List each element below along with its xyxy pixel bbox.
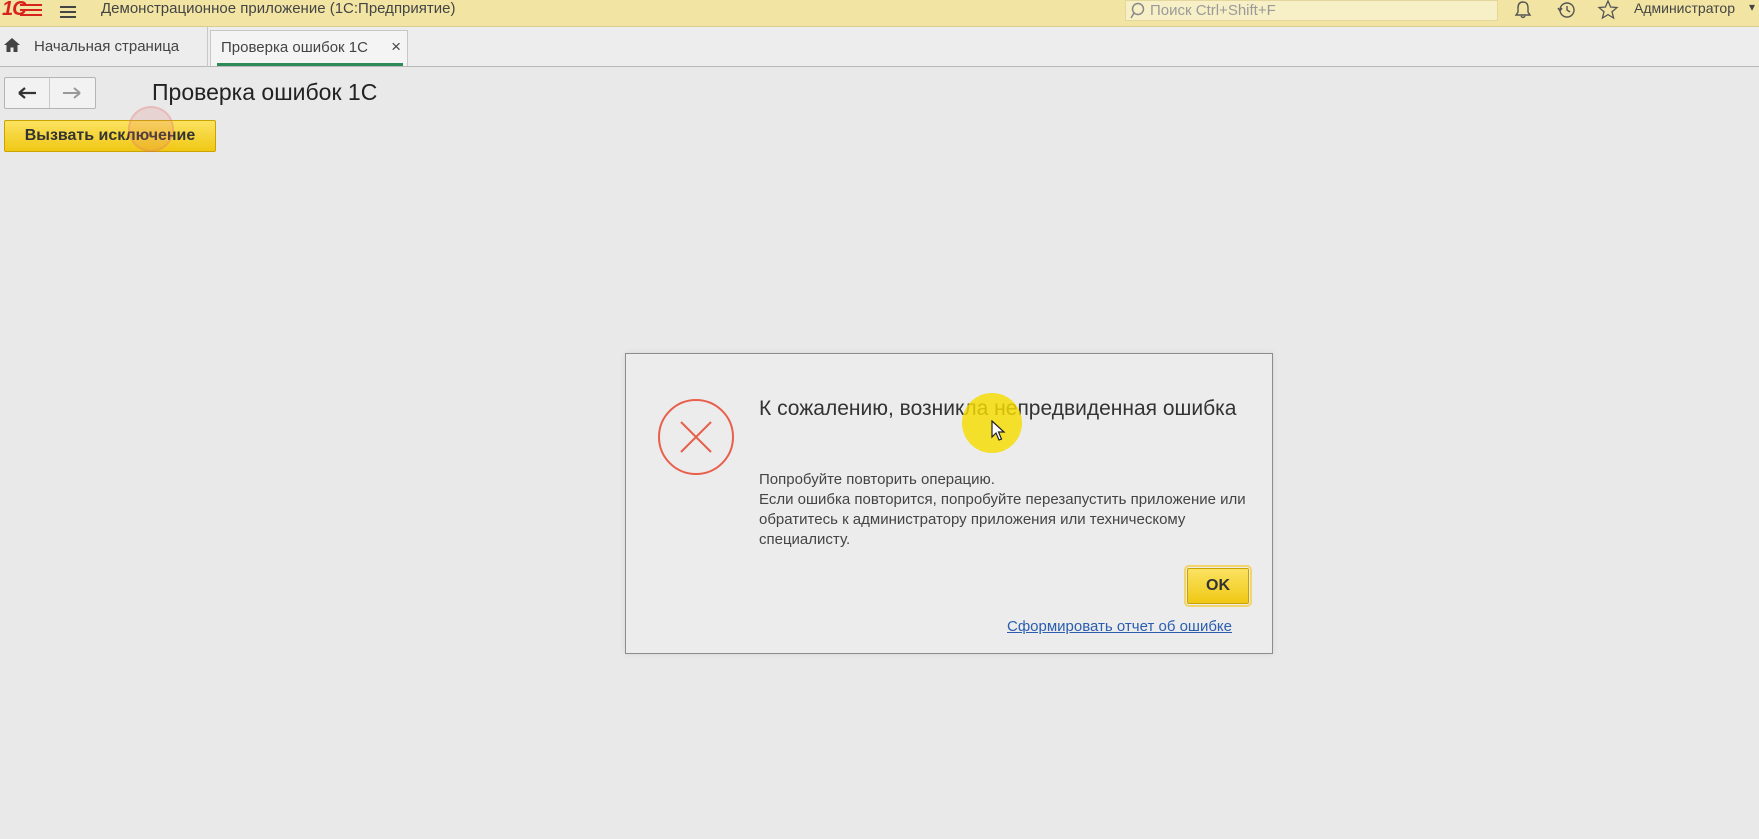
user-menu-icon[interactable]: ▾ <box>1749 0 1755 14</box>
tab-home-label: Начальная страница <box>34 38 180 55</box>
arrow-right-icon <box>63 87 81 99</box>
report-error-link[interactable]: Сформировать отчет об ошибке <box>1007 618 1232 635</box>
history-icon[interactable] <box>1554 0 1578 20</box>
page-title: Проверка ошибок 1С <box>152 79 378 105</box>
menu-icon[interactable] <box>58 2 78 22</box>
dialog-message-line1: Попробуйте повторить операцию. <box>759 471 995 488</box>
app-title: Демонстрационное приложение (1С:Предприя… <box>101 0 456 17</box>
error-cross-icon <box>658 399 734 475</box>
error-dialog: К сожалению, возникла непредвиденная оши… <box>625 353 1273 654</box>
ok-button[interactable]: OK <box>1184 565 1252 607</box>
title-bar: 1С Демонстрационное приложение (1С:Предп… <box>0 0 1759 27</box>
arrow-left-icon <box>18 87 36 99</box>
search-box[interactable] <box>1125 0 1498 21</box>
tab-error-check[interactable]: Проверка ошибок 1С × <box>210 30 408 66</box>
search-input[interactable] <box>1150 1 1490 20</box>
tab-home[interactable]: Начальная страница <box>0 27 208 67</box>
click-indicator <box>128 106 174 152</box>
dialog-message: Попробуйте повторить операцию. Если ошиб… <box>759 470 1254 550</box>
tab-error-check-label: Проверка ошибок 1С <box>221 39 368 56</box>
dialog-message-line2: Если ошибка повторится, попробуйте перез… <box>759 491 1246 548</box>
home-icon <box>4 38 20 52</box>
navigation-buttons <box>4 77 96 109</box>
bell-icon[interactable] <box>1511 0 1535 20</box>
user-name[interactable]: Администратор <box>1634 0 1735 18</box>
forward-button[interactable] <box>50 78 95 108</box>
tabs-bar: Начальная страница Проверка ошибок 1С × <box>0 27 1759 67</box>
mouse-cursor-icon <box>991 420 1006 441</box>
app-logo: 1С <box>2 0 44 21</box>
raise-exception-button[interactable]: Вызвать исключение <box>4 120 216 152</box>
close-icon[interactable]: × <box>391 37 401 57</box>
active-tab-indicator <box>217 63 403 66</box>
search-icon <box>1130 2 1145 19</box>
back-button[interactable] <box>5 78 50 108</box>
star-icon[interactable] <box>1596 0 1620 20</box>
